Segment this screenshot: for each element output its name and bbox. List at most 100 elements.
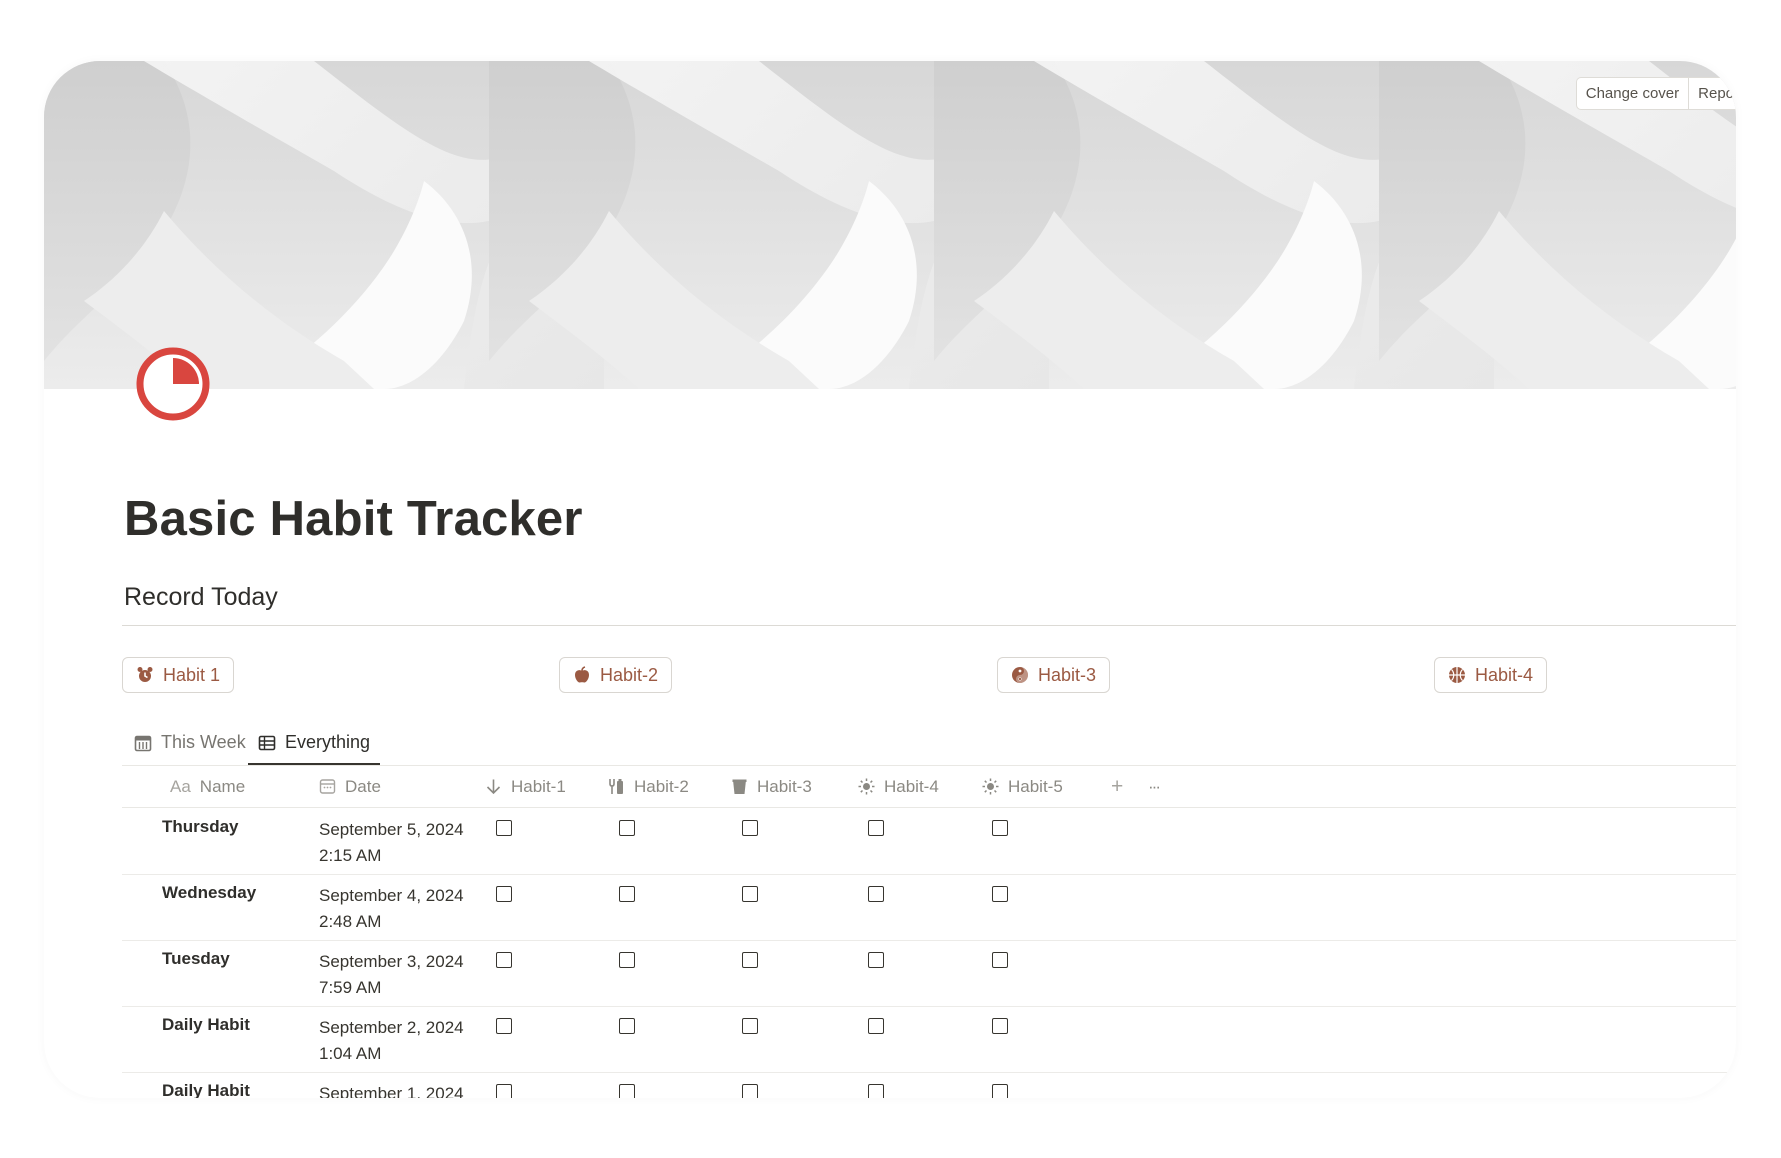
habit-3-checkbox[interactable] <box>742 952 758 968</box>
table-row[interactable]: Tuesday September 3, 2024 7:59 AM <box>122 940 1736 1007</box>
dining-icon <box>609 779 623 794</box>
yin-yang-icon <box>1012 667 1028 683</box>
habit-4-checkbox[interactable] <box>868 1084 884 1098</box>
habit-2-checkbox[interactable] <box>619 886 635 902</box>
habit-5-checkbox[interactable] <box>992 886 1008 902</box>
row-name[interactable]: Daily Habit <box>162 1081 250 1098</box>
column-header-date[interactable]: Date <box>319 766 381 807</box>
tab-this-week[interactable]: This Week <box>134 721 246 764</box>
sun-icon <box>858 778 875 795</box>
column-label: Habit-4 <box>884 776 939 796</box>
column-header-name[interactable]: Aa Name <box>170 766 245 807</box>
row-date-day: September 4, 2024 <box>319 886 464 905</box>
row-date[interactable]: September 3, 2024 7:59 AM <box>319 949 464 1001</box>
alarm-clock-icon <box>137 667 153 682</box>
habit-5-checkbox[interactable] <box>992 1018 1008 1034</box>
cup-icon <box>732 779 747 794</box>
habit-2-button[interactable]: Habit-2 <box>559 657 673 693</box>
column-header-habit-4[interactable]: Habit-4 <box>858 766 939 807</box>
row-name[interactable]: Tuesday <box>162 949 230 969</box>
cover-actions: Change cover Repo <box>1575 77 1736 110</box>
table-row[interactable]: Thursday September 5, 2024 2:15 AM <box>122 808 1736 875</box>
section-heading: Record Today <box>124 583 278 611</box>
habit-4-checkbox[interactable] <box>868 886 884 902</box>
tab-label: Everything <box>285 732 371 752</box>
reposition-button[interactable]: Repo <box>1688 78 1736 109</box>
row-date-time: 1:04 AM <box>319 1044 382 1063</box>
arrow-down-icon <box>486 779 501 795</box>
row-date[interactable]: September 1, 2024 <box>319 1081 464 1098</box>
tab-everything[interactable]: Everything <box>247 721 381 765</box>
calendar-icon <box>134 735 152 751</box>
row-date-day: September 2, 2024 <box>319 1018 464 1037</box>
more-options-button[interactable]: ··· <box>1148 766 1161 807</box>
row-date-time: 2:15 AM <box>319 846 382 865</box>
habit-button-label: Habit-4 <box>1475 664 1534 685</box>
row-date-time: 2:48 AM <box>319 912 382 931</box>
habit-4-checkbox[interactable] <box>868 952 884 968</box>
column-label: Name <box>199 776 246 796</box>
row-date[interactable]: September 4, 2024 2:48 AM <box>319 883 464 935</box>
habit-2-checkbox[interactable] <box>619 820 635 836</box>
habit-3-checkbox[interactable] <box>742 1084 758 1098</box>
column-label: Habit-1 <box>511 776 566 796</box>
habit-1-button[interactable]: Habit 1 <box>122 657 235 693</box>
habit-1-checkbox[interactable] <box>496 1084 512 1098</box>
basketball-icon <box>1449 667 1465 683</box>
add-column-button[interactable]: + <box>1111 766 1123 807</box>
timer-pie-icon[interactable] <box>136 347 210 421</box>
habit-button-label: Habit 1 <box>163 664 221 685</box>
habit-5-checkbox[interactable] <box>992 952 1008 968</box>
row-date-day: September 1, 2024 <box>319 1084 464 1098</box>
habit-3-checkbox[interactable] <box>742 820 758 836</box>
column-label: Habit-2 <box>634 776 689 796</box>
sun-icon <box>982 778 999 795</box>
cover-woven-pattern <box>44 61 1736 389</box>
page-title[interactable]: Basic Habit Tracker <box>124 489 583 549</box>
habit-4-button[interactable]: Habit-4 <box>1434 657 1548 693</box>
tab-label: This Week <box>161 732 246 752</box>
column-label: Habit-3 <box>757 776 812 796</box>
cover-image: Change cover Repo <box>44 61 1736 389</box>
habit-5-checkbox[interactable] <box>992 1084 1008 1098</box>
calendar-icon <box>319 779 336 794</box>
habit-3-button[interactable]: Habit-3 <box>997 657 1111 693</box>
column-header-habit-3[interactable]: Habit-3 <box>731 766 812 807</box>
habit-button-label: Habit-3 <box>1038 664 1097 685</box>
row-date-day: September 5, 2024 <box>319 820 464 839</box>
habit-2-checkbox[interactable] <box>619 1018 635 1034</box>
habit-2-checkbox[interactable] <box>619 952 635 968</box>
table-row[interactable]: Daily Habit September 1, 2024 <box>122 1072 1736 1098</box>
column-header-habit-5[interactable]: Habit-5 <box>982 766 1063 807</box>
notion-page-frame: Change cover Repo Basic Habit Tracker Re… <box>44 61 1736 1098</box>
row-date[interactable]: September 5, 2024 2:15 AM <box>319 817 464 869</box>
heading-divider <box>122 625 1736 626</box>
table-icon <box>258 735 276 750</box>
habit-1-checkbox[interactable] <box>496 886 512 902</box>
column-label: Date <box>345 776 381 796</box>
row-date-time: 7:59 AM <box>319 978 382 997</box>
column-label: Habit-5 <box>1008 776 1063 796</box>
row-name[interactable]: Wednesday <box>162 883 256 903</box>
text-type-icon: Aa <box>170 776 191 796</box>
table-row[interactable]: Daily Habit September 2, 2024 1:04 AM <box>122 1006 1736 1073</box>
table-row[interactable]: Wednesday September 4, 2024 2:48 AM <box>122 874 1736 941</box>
table-header: Aa Name Date Habit-1 Habit-2 Habit-3 Hab… <box>122 766 1736 808</box>
row-date-day: September 3, 2024 <box>319 952 464 971</box>
apple-icon <box>575 666 589 683</box>
habit-4-checkbox[interactable] <box>868 1018 884 1034</box>
habit-3-checkbox[interactable] <box>742 886 758 902</box>
column-header-habit-1[interactable]: Habit-1 <box>485 766 566 807</box>
row-date[interactable]: September 2, 2024 1:04 AM <box>319 1015 464 1067</box>
habit-4-checkbox[interactable] <box>868 820 884 836</box>
habit-3-checkbox[interactable] <box>742 1018 758 1034</box>
habit-1-checkbox[interactable] <box>496 1018 512 1034</box>
change-cover-button[interactable]: Change cover <box>1577 78 1688 109</box>
habit-1-checkbox[interactable] <box>496 952 512 968</box>
habit-2-checkbox[interactable] <box>619 1084 635 1098</box>
column-header-habit-2[interactable]: Habit-2 <box>608 766 689 807</box>
habit-1-checkbox[interactable] <box>496 820 512 836</box>
row-name[interactable]: Thursday <box>162 817 239 837</box>
row-name[interactable]: Daily Habit <box>162 1015 250 1035</box>
habit-5-checkbox[interactable] <box>992 820 1008 836</box>
